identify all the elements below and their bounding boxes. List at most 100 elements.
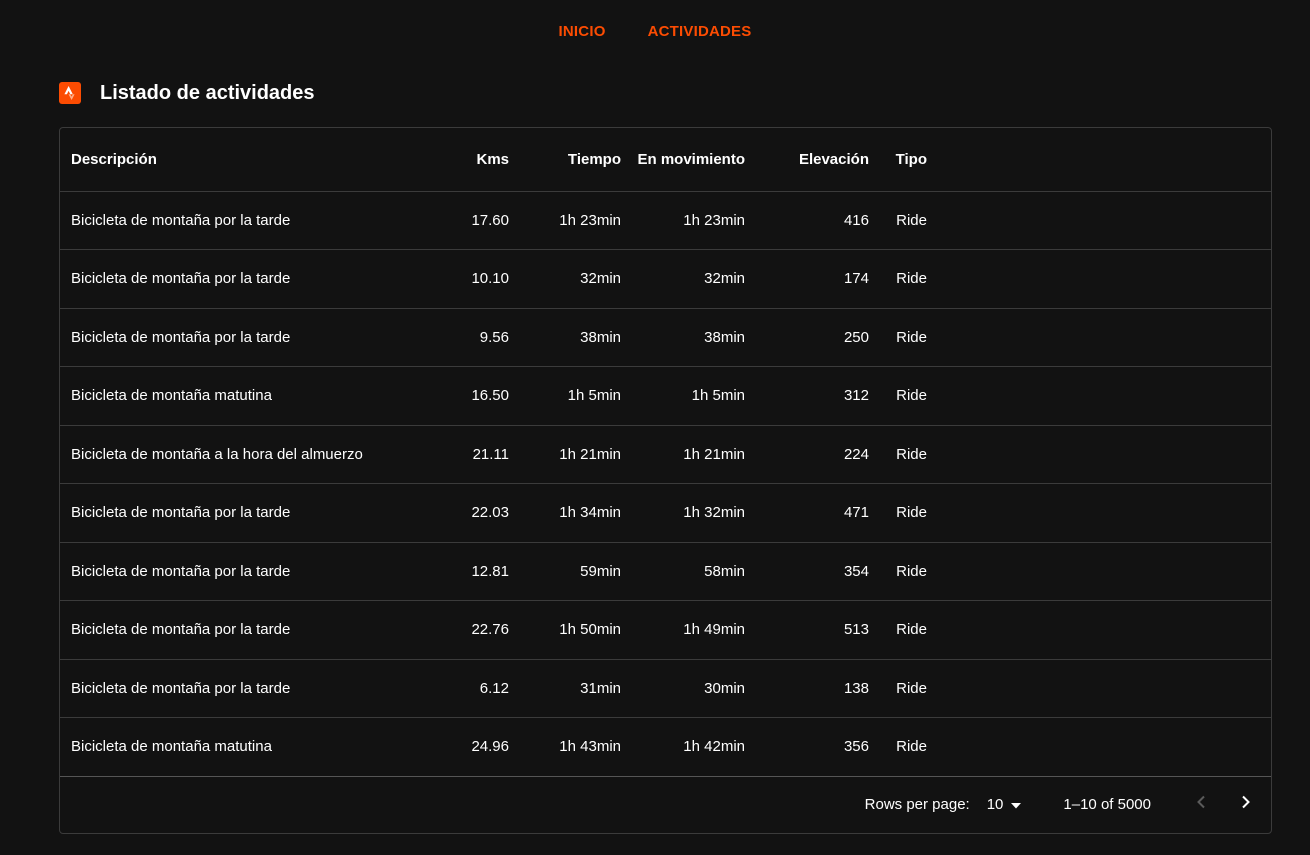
- cell-en-movimiento: 1h 49min: [621, 600, 745, 660]
- nav-inicio[interactable]: INICIO: [538, 15, 627, 48]
- cell-elevacion: 354: [745, 542, 869, 601]
- nav-actividades[interactable]: ACTIVIDADES: [627, 15, 773, 48]
- table-row[interactable]: Bicicleta de montaña por la tarde 22.76 …: [60, 600, 1271, 660]
- activities-table-card: Descripción Kms Tiempo En movimiento Ele…: [59, 127, 1272, 834]
- cell-tiempo: 1h 34min: [509, 483, 621, 543]
- chevron-right-icon: [1241, 795, 1251, 813]
- cell-elevacion: 513: [745, 600, 869, 660]
- cell-elevacion: 471: [745, 483, 869, 543]
- cell-tipo: Ride: [869, 659, 927, 718]
- page-heading: Listado de actividades: [59, 80, 315, 106]
- column-header-tiempo[interactable]: Tiempo: [509, 128, 621, 192]
- cell-descripcion: Bicicleta de montaña por la tarde: [60, 659, 451, 718]
- cell-tipo: Ride: [869, 249, 927, 309]
- cell-spacer: [927, 542, 1271, 601]
- top-nav: INICIO ACTIVIDADES: [0, 0, 1310, 62]
- activities-table: Descripción Kms Tiempo En movimiento Ele…: [60, 128, 1271, 777]
- cell-descripcion: Bicicleta de montaña a la hora del almue…: [60, 425, 451, 484]
- cell-en-movimiento: 1h 21min: [621, 425, 745, 484]
- cell-kms: 22.76: [451, 600, 509, 660]
- cell-kms: 16.50: [451, 366, 509, 426]
- cell-en-movimiento: 38min: [621, 308, 745, 367]
- cell-spacer: [927, 425, 1271, 484]
- rows-per-page-value: 10: [986, 795, 1004, 813]
- cell-tiempo: 1h 5min: [509, 366, 621, 426]
- cell-spacer: [927, 659, 1271, 718]
- cell-kms: 24.96: [451, 717, 509, 777]
- table-row[interactable]: Bicicleta de montaña por la tarde 22.03 …: [60, 483, 1271, 543]
- column-header-elevacion[interactable]: Elevación: [745, 128, 869, 192]
- cell-spacer: [927, 600, 1271, 660]
- cell-en-movimiento: 58min: [621, 542, 745, 601]
- cell-tipo: Ride: [869, 717, 927, 777]
- cell-kms: 22.03: [451, 483, 509, 543]
- cell-tipo: Ride: [869, 308, 927, 367]
- table-row[interactable]: Bicicleta de montaña por la tarde 6.12 3…: [60, 659, 1271, 718]
- rows-per-page-select[interactable]: 10: [987, 796, 1022, 813]
- cell-tipo: Ride: [869, 366, 927, 426]
- cell-kms: 12.81: [451, 542, 509, 601]
- table-row[interactable]: Bicicleta de montaña matutina 16.50 1h 5…: [60, 366, 1271, 426]
- cell-en-movimiento: 32min: [621, 249, 745, 309]
- next-page-button[interactable]: [1234, 792, 1258, 816]
- column-header-tipo[interactable]: Tipo: [869, 128, 927, 192]
- cell-descripcion: Bicicleta de montaña matutina: [60, 366, 451, 426]
- rows-per-page-label: Rows per page:: [864, 795, 970, 813]
- pagination-range: 1–10 of 5000: [1063, 795, 1151, 813]
- cell-descripcion: Bicicleta de montaña por la tarde: [60, 483, 451, 543]
- cell-tipo: Ride: [869, 600, 927, 660]
- table-row[interactable]: Bicicleta de montaña por la tarde 9.56 3…: [60, 308, 1271, 367]
- cell-elevacion: 356: [745, 717, 869, 777]
- cell-en-movimiento: 1h 5min: [621, 366, 745, 426]
- cell-tipo: Ride: [869, 191, 927, 250]
- previous-page-button[interactable]: [1189, 792, 1213, 816]
- strava-logo-icon: [59, 82, 81, 104]
- cell-descripcion: Bicicleta de montaña por la tarde: [60, 308, 451, 367]
- table-header-row: Descripción Kms Tiempo En movimiento Ele…: [60, 128, 1271, 192]
- cell-descripcion: Bicicleta de montaña matutina: [60, 717, 451, 777]
- cell-descripcion: Bicicleta de montaña por la tarde: [60, 249, 451, 309]
- cell-kms: 9.56: [451, 308, 509, 367]
- cell-kms: 6.12: [451, 659, 509, 718]
- cell-spacer: [927, 717, 1271, 777]
- cell-tiempo: 1h 21min: [509, 425, 621, 484]
- cell-elevacion: 250: [745, 308, 869, 367]
- cell-spacer: [927, 249, 1271, 309]
- cell-tiempo: 1h 50min: [509, 600, 621, 660]
- cell-tiempo: 38min: [509, 308, 621, 367]
- chevron-left-icon: [1196, 795, 1206, 813]
- cell-tiempo: 1h 23min: [509, 191, 621, 250]
- cell-elevacion: 138: [745, 659, 869, 718]
- cell-elevacion: 312: [745, 366, 869, 426]
- table-row[interactable]: Bicicleta de montaña a la hora del almue…: [60, 425, 1271, 484]
- column-header-kms[interactable]: Kms: [451, 128, 509, 192]
- table-row[interactable]: Bicicleta de montaña matutina 24.96 1h 4…: [60, 717, 1271, 777]
- cell-kms: 17.60: [451, 191, 509, 250]
- cell-tipo: Ride: [869, 425, 927, 484]
- caret-down-icon: [1011, 796, 1022, 813]
- cell-kms: 10.10: [451, 249, 509, 309]
- cell-en-movimiento: 1h 23min: [621, 191, 745, 250]
- cell-tiempo: 31min: [509, 659, 621, 718]
- cell-descripcion: Bicicleta de montaña por la tarde: [60, 542, 451, 601]
- table-row[interactable]: Bicicleta de montaña por la tarde 17.60 …: [60, 191, 1271, 250]
- column-header-en-movimiento[interactable]: En movimiento: [621, 128, 745, 192]
- page-title: Listado de actividades: [100, 81, 315, 104]
- cell-kms: 21.11: [451, 425, 509, 484]
- table-pagination: Rows per page: 10 1–10 of 5000: [60, 775, 1271, 833]
- cell-spacer: [927, 366, 1271, 426]
- cell-tipo: Ride: [869, 542, 927, 601]
- table-row[interactable]: Bicicleta de montaña por la tarde 12.81 …: [60, 542, 1271, 601]
- cell-tiempo: 1h 43min: [509, 717, 621, 777]
- cell-en-movimiento: 1h 32min: [621, 483, 745, 543]
- cell-tipo: Ride: [869, 483, 927, 543]
- cell-en-movimiento: 30min: [621, 659, 745, 718]
- cell-descripcion: Bicicleta de montaña por la tarde: [60, 600, 451, 660]
- cell-elevacion: 416: [745, 191, 869, 250]
- cell-spacer: [927, 483, 1271, 543]
- cell-tiempo: 32min: [509, 249, 621, 309]
- column-header-descripcion[interactable]: Descripción: [60, 128, 451, 192]
- cell-elevacion: 174: [745, 249, 869, 309]
- cell-spacer: [927, 308, 1271, 367]
- table-row[interactable]: Bicicleta de montaña por la tarde 10.10 …: [60, 249, 1271, 309]
